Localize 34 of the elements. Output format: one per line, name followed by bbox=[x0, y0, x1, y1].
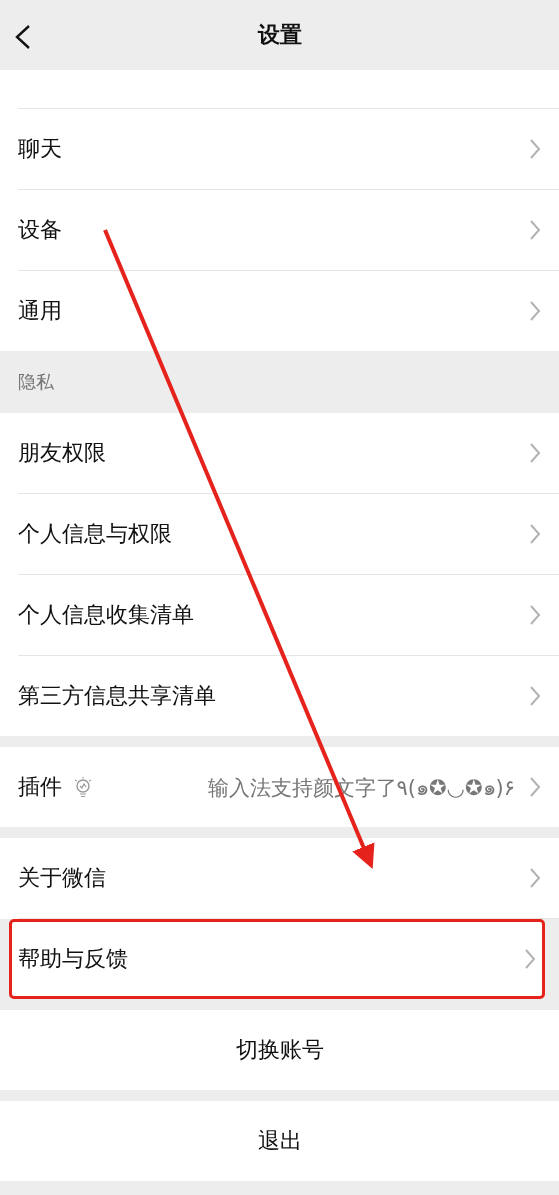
row-label: 第三方信息共享清单 bbox=[18, 682, 216, 710]
chevron-icon bbox=[529, 219, 541, 241]
row-label: 个人信息收集清单 bbox=[18, 601, 194, 629]
settings-row[interactable]: 第三方信息共享清单 bbox=[0, 656, 559, 736]
chevron-icon bbox=[529, 685, 541, 707]
chevron-icon bbox=[529, 604, 541, 626]
row-label: 帮助与反馈 bbox=[18, 945, 128, 973]
chevron-icon bbox=[529, 523, 541, 545]
action-button[interactable]: 退出 bbox=[0, 1101, 559, 1181]
row-label: 关于微信 bbox=[18, 864, 106, 892]
settings-row[interactable]: 通用 bbox=[0, 271, 559, 351]
settings-row[interactable]: 个人信息与权限 bbox=[0, 494, 559, 574]
action-button[interactable]: 切换账号 bbox=[0, 1010, 559, 1090]
row-label: 插件 bbox=[18, 773, 62, 801]
row-label: 设备 bbox=[18, 216, 62, 244]
section-label: 隐私 bbox=[18, 370, 54, 394]
row-label: 通用 bbox=[18, 297, 62, 325]
chevron-icon bbox=[529, 867, 541, 889]
chevron-icon bbox=[524, 948, 536, 970]
page-title: 设置 bbox=[257, 21, 302, 49]
chevron-icon bbox=[529, 138, 541, 160]
settings-row[interactable]: 聊天 bbox=[0, 109, 559, 189]
back-icon[interactable] bbox=[14, 24, 32, 50]
settings-row[interactable]: 关于微信 bbox=[0, 838, 559, 918]
chevron-icon bbox=[529, 300, 541, 322]
settings-row[interactable]: 帮助与反馈 bbox=[9, 919, 545, 999]
row-label: 朋友权限 bbox=[18, 439, 106, 467]
settings-row[interactable]: 设备 bbox=[0, 190, 559, 270]
settings-row[interactable]: 朋友权限 bbox=[0, 413, 559, 493]
row-label: 个人信息与权限 bbox=[18, 520, 172, 548]
chevron-icon bbox=[529, 776, 541, 798]
settings-row[interactable]: 个人信息收集清单 bbox=[0, 575, 559, 655]
chevron-icon bbox=[529, 442, 541, 464]
row-label: 聊天 bbox=[18, 135, 62, 163]
